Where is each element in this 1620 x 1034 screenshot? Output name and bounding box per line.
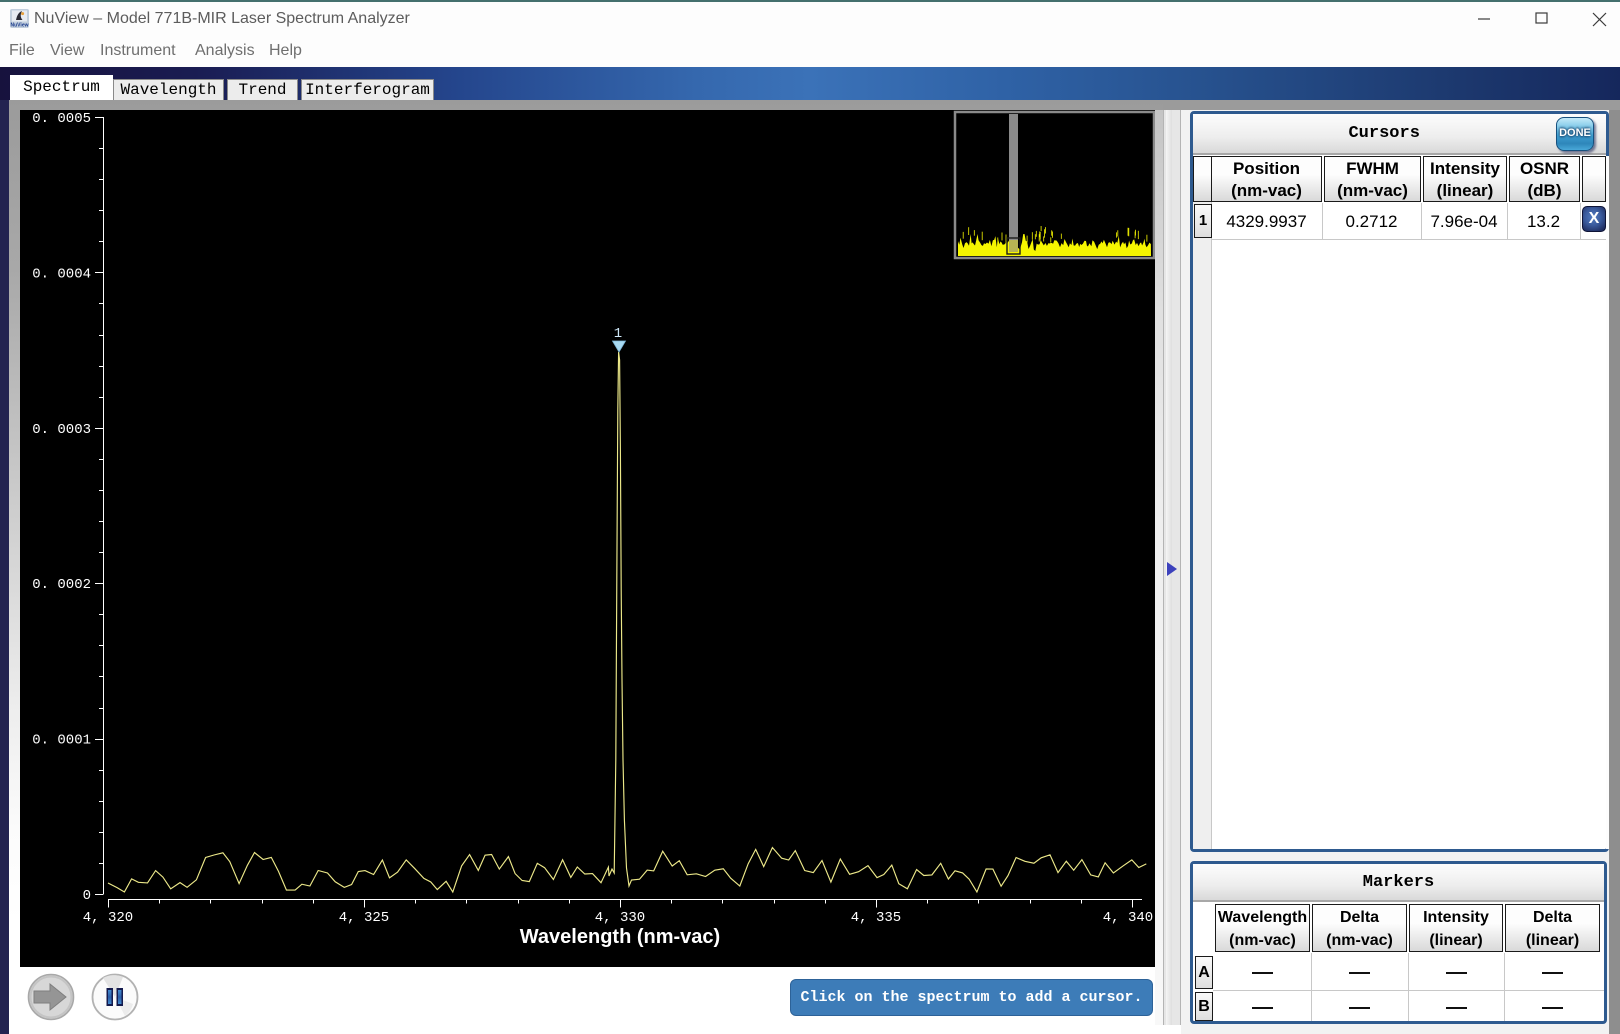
svg-text:4, 330: 4, 330: [595, 910, 645, 926]
svg-text:1: 1: [614, 326, 622, 342]
svg-text:4, 335: 4, 335: [851, 910, 901, 926]
svg-text:4, 325: 4, 325: [339, 910, 389, 926]
svg-text:0: 0: [83, 888, 91, 904]
svg-text:Wavelength (nm-vac): Wavelength (nm-vac): [520, 926, 720, 948]
svg-text:0. 0005: 0. 0005: [32, 111, 91, 127]
svg-text:4, 320: 4, 320: [83, 910, 133, 926]
svg-text:NuView: NuView: [11, 23, 29, 29]
svg-text:0. 0002: 0. 0002: [32, 577, 91, 593]
svg-text:0. 0001: 0. 0001: [32, 733, 91, 749]
svg-text:4, 340: 4, 340: [1103, 910, 1153, 926]
svg-text:0. 0004: 0. 0004: [32, 266, 91, 282]
svg-text:0. 0003: 0. 0003: [32, 422, 91, 438]
